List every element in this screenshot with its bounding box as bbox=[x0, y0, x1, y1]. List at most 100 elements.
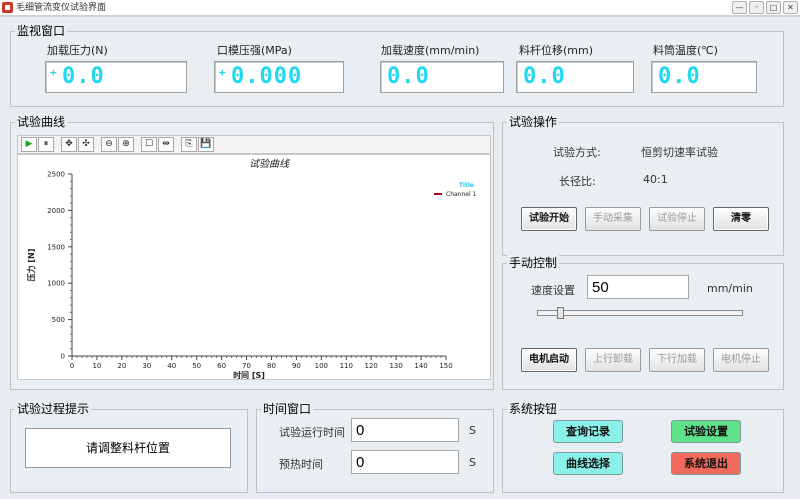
monitor-group: 监视窗口 加载压力(N) + 0.0 口模压强(MPa) + 0.000 加载速… bbox=[10, 23, 784, 107]
test-curve-chart: 试验曲线 0 500 1000 1500 2000 2500 0 10 20 30 40 50 60 70 8… bbox=[26, 158, 477, 379]
cursor-icon[interactable]: ✣ bbox=[78, 137, 94, 152]
plot-area: 试验曲线 0 500 1000 1500 2000 2500 0 10 20 30 40 50 60 70 8… bbox=[17, 154, 491, 380]
speed-unit: mm/min bbox=[707, 282, 753, 295]
die-pressure-value: 0.000 bbox=[231, 64, 303, 89]
client-area: 监视窗口 加载压力(N) + 0.0 口模压强(MPa) + 0.000 加载速… bbox=[0, 17, 800, 499]
run-time-label: 试验运行时间 bbox=[279, 426, 345, 439]
hint-group: 试验过程提示 请调整料杆位置 bbox=[10, 401, 248, 493]
preheat-time-field[interactable] bbox=[351, 450, 459, 474]
load-force-value: 0.0 bbox=[62, 64, 105, 89]
zoom-box-icon[interactable]: ☐ bbox=[141, 137, 157, 152]
time-title: 时间窗口 bbox=[261, 401, 314, 417]
reset-zero-button[interactable]: 清零 bbox=[713, 207, 769, 231]
operation-title: 试验操作 bbox=[507, 114, 560, 130]
play-icon[interactable]: ▶ bbox=[21, 137, 37, 152]
run-time-field[interactable] bbox=[351, 418, 459, 442]
barrel-temp-display: 0.0 bbox=[651, 61, 757, 93]
x-tick-label: 150 bbox=[439, 362, 452, 370]
load-speed-value: 0.0 bbox=[387, 64, 430, 89]
load-speed-label: 加载速度(mm/min) bbox=[381, 44, 480, 57]
speed-slider-thumb[interactable] bbox=[557, 307, 564, 319]
x-tick-label: 40 bbox=[167, 362, 176, 370]
move-down-load-button[interactable]: 下行加载 bbox=[649, 348, 705, 372]
maximize-button[interactable]: □ bbox=[766, 1, 781, 14]
manual-collect-button[interactable]: 手动采集 bbox=[585, 207, 641, 231]
speed-input[interactable] bbox=[587, 275, 689, 299]
start-test-button[interactable]: 试验开始 bbox=[521, 207, 577, 231]
pan-icon[interactable]: ✥ bbox=[61, 137, 77, 152]
die-pressure-sign: + bbox=[219, 66, 226, 79]
chart-title: 试验曲线 bbox=[249, 158, 290, 170]
speed-slider[interactable] bbox=[537, 310, 743, 316]
preheat-time-unit: S bbox=[469, 456, 476, 469]
load-force-sign: + bbox=[50, 66, 57, 79]
close-button[interactable]: ✕ bbox=[783, 1, 798, 14]
motor-start-button[interactable]: 电机启动 bbox=[521, 348, 577, 372]
mode-label: 试验方式: bbox=[553, 146, 601, 159]
monitor-title: 监视窗口 bbox=[15, 23, 68, 39]
motor-stop-button[interactable]: 电机停止 bbox=[713, 348, 769, 372]
y-axis-label: 压力 [N] bbox=[26, 249, 36, 282]
window-controls: — ◦ □ ✕ bbox=[732, 1, 798, 14]
minimize-button[interactable]: — bbox=[732, 1, 747, 14]
system-group: 系统按钮 查询记录 试验设置 曲线选择 系统退出 bbox=[502, 401, 784, 493]
y-tick-label: 2500 bbox=[47, 171, 65, 179]
legend-title: Title bbox=[459, 182, 474, 189]
hint-box: 请调整料杆位置 bbox=[25, 428, 231, 468]
load-speed-display: 0.0 bbox=[380, 61, 504, 93]
manual-title: 手动控制 bbox=[507, 255, 560, 271]
die-pressure-display: + 0.000 bbox=[214, 61, 344, 93]
x-tick-label: 80 bbox=[267, 362, 276, 370]
x-tick-label: 20 bbox=[117, 362, 126, 370]
system-exit-button[interactable]: 系统退出 bbox=[671, 452, 741, 475]
curve-title: 试验曲线 bbox=[15, 114, 68, 130]
legend-entry: Channel 1 bbox=[446, 191, 477, 198]
stop-test-button[interactable]: 试验停止 bbox=[649, 207, 705, 231]
zoom-out-icon[interactable]: ⊖ bbox=[101, 137, 117, 152]
x-tick-label: 70 bbox=[242, 362, 251, 370]
rod-displacement-label: 料杆位移(mm) bbox=[519, 44, 594, 57]
chart-toolbar: ▶ ⏸ ✥ ✣ ⊖ ⊕ ☐ ⇹ ⎘ 💾 bbox=[17, 135, 491, 154]
system-title: 系统按钮 bbox=[507, 401, 560, 417]
x-tick-label: 60 bbox=[217, 362, 226, 370]
x-tick-label: 100 bbox=[315, 362, 328, 370]
time-group: 时间窗口 试验运行时间 S 预热时间 S bbox=[256, 401, 494, 493]
run-time-unit: S bbox=[469, 424, 476, 437]
pause-icon[interactable]: ⏸ bbox=[38, 137, 54, 152]
barrel-temp-label: 料筒温度(℃) bbox=[653, 44, 718, 57]
copy-icon[interactable]: ⎘ bbox=[181, 137, 197, 152]
curve-group: 试验曲线 ▶ ⏸ ✥ ✣ ⊖ ⊕ ☐ ⇹ ⎘ 💾 试验曲线 0 500 1000 150… bbox=[10, 114, 494, 390]
save-icon[interactable]: 💾 bbox=[198, 137, 214, 152]
ratio-label: 长径比: bbox=[559, 175, 596, 188]
y-tick-label: 2000 bbox=[47, 207, 65, 215]
curve-select-button[interactable]: 曲线选择 bbox=[553, 452, 623, 475]
query-records-button[interactable]: 查询记录 bbox=[553, 420, 623, 443]
barrel-temp-value: 0.0 bbox=[658, 64, 701, 89]
rod-displacement-display: 0.0 bbox=[516, 61, 634, 93]
test-settings-button[interactable]: 试验设置 bbox=[671, 420, 741, 443]
window-title: 毛细管流变仪试验界面 bbox=[16, 3, 107, 13]
y-tick-label: 1500 bbox=[47, 243, 65, 251]
mode-value: 恒剪切速率试验 bbox=[641, 146, 718, 159]
x-tick-label: 0 bbox=[70, 362, 74, 370]
y-tick-label: 0 bbox=[61, 353, 65, 361]
x-tick-label: 10 bbox=[92, 362, 101, 370]
y-tick-label: 1000 bbox=[47, 280, 65, 288]
x-axis-label: 时间 [S] bbox=[233, 370, 265, 379]
x-tick-label: 50 bbox=[192, 362, 201, 370]
app-icon bbox=[2, 2, 13, 13]
x-tick-label: 110 bbox=[340, 362, 353, 370]
help-button[interactable]: ◦ bbox=[749, 1, 764, 14]
title-bar: 毛细管流变仪试验界面 — ◦ □ ✕ bbox=[0, 0, 800, 16]
rod-displacement-value: 0.0 bbox=[523, 64, 566, 89]
x-tick-label: 30 bbox=[142, 362, 151, 370]
x-tick-label: 90 bbox=[292, 362, 301, 370]
preheat-time-label: 预热时间 bbox=[279, 458, 323, 471]
x-tick-label: 120 bbox=[365, 362, 378, 370]
move-up-unload-button[interactable]: 上行卸载 bbox=[585, 348, 641, 372]
load-force-display: + 0.0 bbox=[45, 61, 187, 93]
ratio-value: 40:1 bbox=[643, 173, 668, 186]
fit-icon[interactable]: ⇹ bbox=[158, 137, 174, 152]
die-pressure-label: 口模压强(MPa) bbox=[217, 44, 292, 57]
zoom-in-icon[interactable]: ⊕ bbox=[118, 137, 134, 152]
